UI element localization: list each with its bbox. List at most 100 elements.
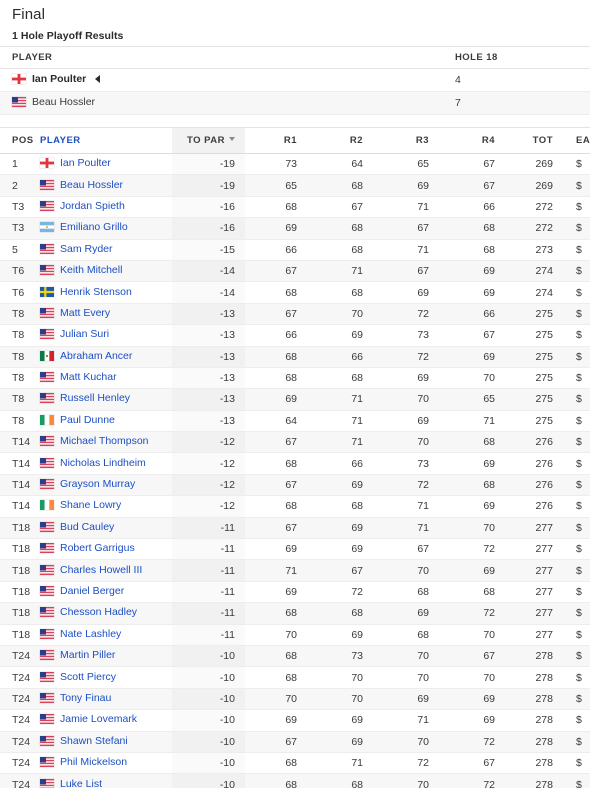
- player-link[interactable]: Shane Lowry: [40, 499, 121, 511]
- player-link[interactable]: Robert Garrigus: [40, 542, 135, 554]
- usa-flag: [40, 607, 54, 618]
- table-row[interactable]: T18 Bud Cauley -11 67 69 71 70 277 $: [0, 517, 590, 540]
- player-link[interactable]: Nate Lashley: [40, 628, 121, 640]
- table-row[interactable]: T8 Julian Suri -13 66 69 73 67 275 $: [0, 324, 590, 347]
- table-row[interactable]: T18 Robert Garrigus -11 69 69 67 72 277 $: [0, 538, 590, 561]
- cell-total: 278: [509, 645, 566, 668]
- player-link[interactable]: Beau Hossler: [40, 179, 123, 191]
- player-link[interactable]: Keith Mitchell: [40, 264, 122, 276]
- cell-round-4: 66: [443, 196, 509, 219]
- column-header-player[interactable]: PLAYER: [40, 127, 172, 154]
- cell-total: 272: [509, 196, 566, 219]
- table-row[interactable]: T18 Charles Howell III -11 71 67 70 69 277 $: [0, 559, 590, 582]
- cell-position: T8: [0, 303, 40, 326]
- table-row[interactable]: T8 Paul Dunne -13 64 71 69 71 275 $: [0, 410, 590, 433]
- cell-player: Tony Finau: [40, 688, 172, 711]
- table-row[interactable]: T14 Grayson Murray -12 67 69 72 68 276 $: [0, 474, 590, 497]
- table-row[interactable]: T18 Chesson Hadley -11 68 68 69 72 277 $: [0, 602, 590, 625]
- cell-total: 278: [509, 773, 566, 788]
- player-link[interactable]: Matt Every: [40, 307, 110, 319]
- table-row[interactable]: T14 Shane Lowry -12 68 68 71 69 276 $: [0, 495, 590, 518]
- cell-round-1: 67: [245, 431, 311, 454]
- table-row[interactable]: T24 Scott Piercy -10 68 70 70 70 278 $: [0, 666, 590, 689]
- table-row[interactable]: T24 Luke List -10 68 68 70 72 278 $: [0, 773, 590, 788]
- table-row[interactable]: 5 Sam Ryder -15 66 68 71 68 273 $: [0, 239, 590, 261]
- table-row[interactable]: T6 Henrik Stenson -14 68 68 69 69 274 $: [0, 281, 590, 304]
- player-link[interactable]: Emiliano Grillo: [40, 221, 128, 233]
- player-link[interactable]: Ian Poulter: [40, 157, 111, 169]
- table-row[interactable]: T8 Abraham Ancer -13 68 66 72 69 275 $: [0, 346, 590, 368]
- usa-flag: [40, 457, 54, 468]
- player-link[interactable]: Scott Piercy: [40, 671, 116, 683]
- cell-total: 276: [509, 495, 566, 518]
- table-row[interactable]: T3 Jordan Spieth -16 68 67 71 66 272 $: [0, 196, 590, 219]
- table-row[interactable]: T8 Matt Kuchar -13 68 68 69 70 275 $: [0, 367, 590, 390]
- playoff-subtitle: 1 Hole Playoff Results: [12, 30, 124, 42]
- table-row[interactable]: 2 Beau Hossler -19 65 68 69 67 269 $: [0, 174, 590, 197]
- player-link[interactable]: Russell Henley: [40, 392, 130, 404]
- column-header-r2[interactable]: R2: [311, 127, 377, 154]
- column-header-r4[interactable]: R4: [443, 127, 509, 154]
- column-header-r3[interactable]: R3: [377, 127, 443, 154]
- cell-position: T8: [0, 388, 40, 411]
- table-row[interactable]: T6 Keith Mitchell -14 67 71 67 69 274 $: [0, 260, 590, 283]
- player-name-label: Phil Mickelson: [60, 756, 128, 769]
- player-link[interactable]: Michael Thompson: [40, 435, 149, 447]
- cell-to-par: -19: [172, 174, 245, 197]
- table-row[interactable]: T24 Jamie Lovemark -10 69 69 71 69 278 $: [0, 709, 590, 732]
- column-header-to-par[interactable]: TO PAR: [172, 127, 245, 154]
- table-row[interactable]: T14 Michael Thompson -12 67 71 70 68 276 $: [0, 431, 590, 454]
- cell-round-3: 69: [377, 688, 443, 711]
- player-link[interactable]: Sam Ryder: [40, 243, 113, 255]
- cell-round-3: 72: [377, 346, 443, 368]
- column-header-pos[interactable]: POS: [0, 127, 40, 154]
- player-name-label: Jamie Lovemark: [60, 713, 138, 726]
- table-row[interactable]: T24 Tony Finau -10 70 70 69 69 278 $: [0, 688, 590, 711]
- player-link[interactable]: Matt Kuchar: [40, 371, 117, 383]
- player-link[interactable]: Jordan Spieth: [40, 200, 125, 212]
- cell-position: 1: [0, 153, 40, 176]
- player-link[interactable]: Phil Mickelson: [40, 756, 127, 768]
- player-link[interactable]: Bud Cauley: [40, 521, 114, 533]
- column-header-earnings[interactable]: EARNING: [566, 127, 590, 154]
- table-row[interactable]: T24 Martin Piller -10 68 73 70 67 278 $: [0, 645, 590, 668]
- cell-to-par: -14: [172, 260, 245, 283]
- cell-round-2: 68: [311, 217, 377, 240]
- player-link[interactable]: Daniel Berger: [40, 585, 124, 597]
- player-link[interactable]: Martin Piller: [40, 649, 115, 661]
- cell-round-1: 68: [245, 452, 311, 475]
- player-name-label: Henrik Stenson: [60, 285, 132, 298]
- usa-flag: [40, 543, 54, 554]
- cell-earnings: $: [566, 773, 590, 788]
- table-row[interactable]: T24 Phil Mickelson -10 68 71 72 67 278 $: [0, 752, 590, 775]
- table-row[interactable]: T8 Russell Henley -13 69 71 70 65 275 $: [0, 388, 590, 411]
- table-row[interactable]: T8 Matt Every -13 67 70 72 66 275 $: [0, 303, 590, 326]
- player-link[interactable]: Henrik Stenson: [40, 286, 132, 298]
- player-link[interactable]: Paul Dunne: [40, 414, 115, 426]
- player-name-label: Chesson Hadley: [60, 606, 138, 619]
- player-link[interactable]: Charles Howell III: [40, 564, 142, 576]
- table-row[interactable]: T14 Nicholas Lindheim -12 68 66 73 69 276 $: [0, 452, 590, 475]
- cell-total: 278: [509, 731, 566, 753]
- table-row[interactable]: 1 Ian Poulter -19 73 64 65 67 269 $: [0, 153, 590, 176]
- cell-player: Jamie Lovemark: [40, 709, 172, 732]
- player-link[interactable]: Chesson Hadley: [40, 606, 137, 618]
- playoff-player-label: Ian Poulter: [32, 73, 87, 85]
- player-link[interactable]: Nicholas Lindheim: [40, 457, 146, 469]
- table-row[interactable]: T18 Nate Lashley -11 70 69 68 70 277 $: [0, 624, 590, 646]
- player-link[interactable]: Shawn Stefani: [40, 735, 128, 747]
- cell-round-1: 69: [245, 538, 311, 561]
- player-link[interactable]: Jamie Lovemark: [40, 713, 137, 725]
- cell-round-4: 68: [443, 217, 509, 240]
- table-row[interactable]: T18 Daniel Berger -11 69 72 68 68 277 $: [0, 581, 590, 604]
- cell-player: Matt Every: [40, 303, 172, 326]
- player-link[interactable]: Tony Finau: [40, 692, 111, 704]
- player-link[interactable]: Abraham Ancer: [40, 350, 132, 362]
- player-link[interactable]: Luke List: [40, 778, 102, 788]
- column-header-r1[interactable]: R1: [245, 127, 311, 154]
- player-link[interactable]: Julian Suri: [40, 328, 109, 340]
- table-row[interactable]: T3 Emiliano Grillo -16 69 68 67 68 272 $: [0, 217, 590, 240]
- column-header-tot[interactable]: TOT: [509, 127, 566, 154]
- table-row[interactable]: T24 Shawn Stefani -10 67 69 70 72 278 $: [0, 731, 590, 753]
- player-link[interactable]: Grayson Murray: [40, 478, 135, 490]
